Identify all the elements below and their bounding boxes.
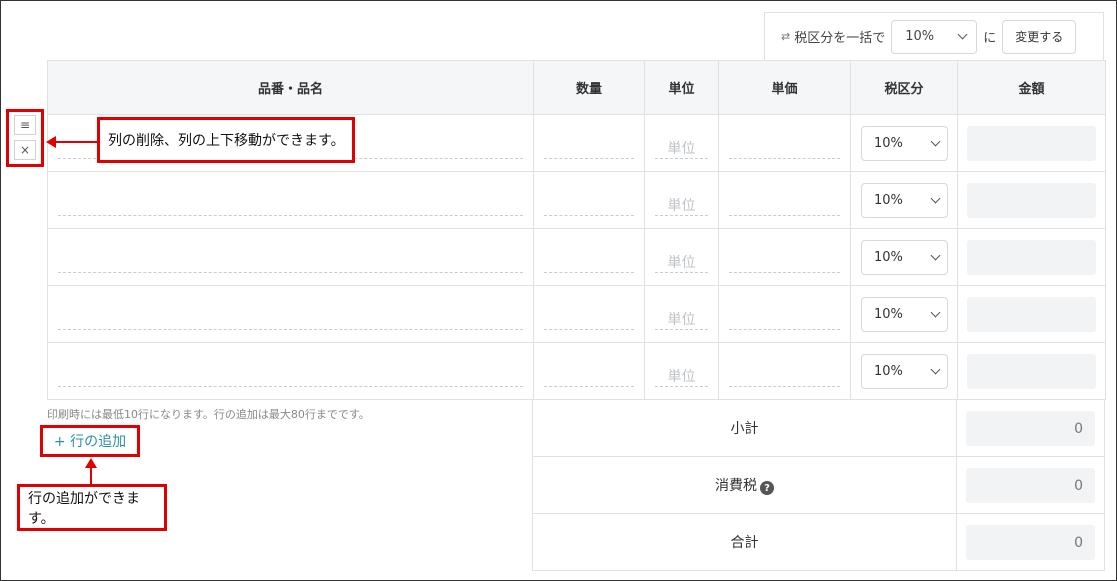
column-header-item: 品番・品名 xyxy=(47,60,534,115)
tax-select[interactable]: 10% xyxy=(861,126,948,161)
unit-underline xyxy=(655,272,708,273)
annotation-row-actions: 列の削除、列の上下移動ができます。 xyxy=(97,117,355,163)
quantity-input[interactable] xyxy=(544,158,634,159)
swap-arrows-icon: ⇄ xyxy=(781,30,791,43)
column-header-unit: 単位 xyxy=(644,60,719,115)
unit-input[interactable]: 単位 xyxy=(655,366,708,386)
unit-underline xyxy=(655,329,708,330)
amount-field xyxy=(967,183,1096,218)
unit-price-input[interactable] xyxy=(729,215,840,216)
tax-value: 10% xyxy=(874,364,903,379)
tax-label-cell: 消費税? xyxy=(532,456,957,514)
subtotal-value: 0 xyxy=(966,411,1095,446)
bulk-tax-bar: ⇄ 税区分を一括で 10% に 変更する xyxy=(764,12,1104,60)
tax-value: 10% xyxy=(874,136,903,151)
total-value: 0 xyxy=(966,525,1095,560)
drag-handle-icon[interactable]: ≡ xyxy=(14,115,36,135)
row-limit-note: 印刷時には最低10行になります。行の追加は最大80行までです。 xyxy=(47,408,370,421)
tax-value: 10% xyxy=(874,307,903,322)
annotation-arrow-line xyxy=(90,467,92,484)
item-name-input[interactable] xyxy=(58,329,523,330)
tax-row: 消費税? 0 xyxy=(532,456,1105,514)
unit-input[interactable]: 単位 xyxy=(655,309,708,329)
bulk-tax-apply-button[interactable]: 変更する xyxy=(1002,19,1077,54)
table-row: 単位 10% xyxy=(47,171,1106,229)
delete-row-icon[interactable]: × xyxy=(14,140,36,160)
add-row-link[interactable]: + 行の追加 xyxy=(40,425,140,457)
item-name-input[interactable] xyxy=(58,272,523,273)
table-row: 単位 10% xyxy=(47,285,1106,343)
subtotal-row: 小計 0 xyxy=(532,399,1105,457)
tax-select[interactable]: 10% xyxy=(861,240,948,275)
tax-value: 10% xyxy=(874,193,903,208)
unit-underline xyxy=(655,215,708,216)
total-row: 合計 0 xyxy=(532,513,1105,571)
column-header-amount: 金額 xyxy=(957,60,1106,115)
quantity-input[interactable] xyxy=(544,215,634,216)
chevron-down-icon xyxy=(957,29,968,40)
bulk-tax-suffix: に xyxy=(983,31,997,46)
column-header-tax: 税区分 xyxy=(850,60,958,115)
tax-value: 10% xyxy=(874,250,903,265)
amount-field xyxy=(967,240,1096,275)
unit-underline xyxy=(655,158,708,159)
unit-price-input[interactable] xyxy=(729,158,840,159)
quantity-input[interactable] xyxy=(544,386,634,387)
bulk-tax-label: 税区分を一括で xyxy=(794,31,886,46)
total-label: 合計 xyxy=(532,513,957,571)
tax-select[interactable]: 10% xyxy=(861,354,948,389)
column-header-unit-price: 単価 xyxy=(718,60,851,115)
unit-input[interactable]: 単位 xyxy=(655,138,708,158)
bulk-tax-select[interactable]: 10% xyxy=(891,19,978,54)
quantity-input[interactable] xyxy=(544,272,634,273)
item-name-input[interactable] xyxy=(58,215,523,216)
chevron-down-icon xyxy=(930,307,941,318)
help-icon[interactable]: ? xyxy=(760,481,774,496)
amount-field xyxy=(967,297,1096,332)
line-items-table: 品番・品名 数量 単位 単価 税区分 金額 単位 10% 単位 10% 単位 1… xyxy=(47,60,1106,400)
chevron-down-icon xyxy=(930,193,941,204)
tax-select[interactable]: 10% xyxy=(861,183,948,218)
chevron-down-icon xyxy=(930,364,941,375)
bulk-tax-value: 10% xyxy=(905,29,935,44)
unit-price-input[interactable] xyxy=(729,386,840,387)
annotation-add-row: 行の追加ができます。 xyxy=(17,484,167,531)
chevron-down-icon xyxy=(930,136,941,147)
subtotal-label: 小計 xyxy=(532,399,957,457)
unit-input[interactable]: 単位 xyxy=(655,195,708,215)
column-header-quantity: 数量 xyxy=(533,60,645,115)
tax-select[interactable]: 10% xyxy=(861,297,948,332)
unit-price-input[interactable] xyxy=(729,272,840,273)
tax-label: 消費税 xyxy=(715,477,757,494)
tax-value: 0 xyxy=(966,468,1095,503)
table-row: 単位 10% xyxy=(47,342,1106,400)
item-name-input[interactable] xyxy=(58,386,523,387)
chevron-down-icon xyxy=(930,250,941,261)
table-header-row: 品番・品名 数量 単位 単価 税区分 金額 xyxy=(47,60,1106,115)
summary-table: 小計 0 消費税? 0 合計 0 xyxy=(532,399,1105,571)
amount-field xyxy=(967,354,1096,389)
amount-field xyxy=(967,126,1096,161)
annotation-arrow-line xyxy=(54,141,97,143)
quantity-input[interactable] xyxy=(544,329,634,330)
table-row: 単位 10% xyxy=(47,228,1106,286)
row-handle-highlight: ≡ × xyxy=(6,109,44,167)
unit-input[interactable]: 単位 xyxy=(655,252,708,272)
unit-underline xyxy=(655,386,708,387)
unit-price-input[interactable] xyxy=(729,329,840,330)
